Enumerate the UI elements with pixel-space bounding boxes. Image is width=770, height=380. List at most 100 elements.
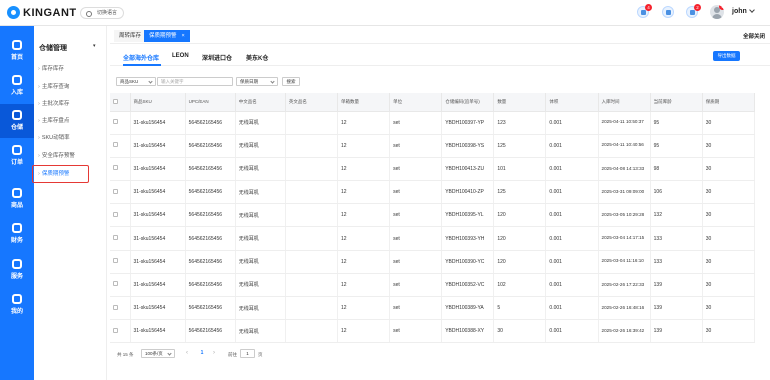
finance-icon [12, 223, 22, 233]
table-cell: 0.001 [545, 273, 599, 298]
submenu-item[interactable]: › 库存库存 [38, 64, 64, 72]
page-size-select[interactable]: 100条/页 [141, 349, 175, 358]
globe-icon [86, 10, 92, 17]
row-select-cell [110, 203, 131, 228]
table-cell: set [389, 319, 443, 344]
chevron-down-icon [748, 7, 755, 13]
table-row[interactable]: 31-sku156454 564562165456 无线耳机 12 set YBDH100… [110, 180, 756, 205]
table-cell: 564562165456 [185, 226, 236, 251]
nav-item-goods[interactable]: 商品 [0, 182, 34, 216]
column-header[interactable]: 保质期 [702, 93, 756, 112]
select-all-checkbox[interactable] [113, 98, 118, 104]
submenu: 仓储管理 ▾ › 库存库存 › 主库存查询 › 主批次库存 › 主库存盘点 › SKU动销… [34, 26, 107, 380]
inbound-icon [12, 75, 22, 85]
table-cell: YBDH100388-XY [441, 319, 495, 344]
row-checkbox[interactable] [113, 235, 118, 241]
nav-item-inbound[interactable]: 入库 [0, 69, 34, 103]
select-all-cell [110, 93, 131, 112]
row-checkbox[interactable] [113, 188, 118, 194]
nav-item-orders[interactable]: 订单 [0, 139, 34, 173]
table-row[interactable]: 31-sku156454 564562165456 无线耳机 12 set YBDH100… [110, 111, 756, 135]
bell-icon[interactable]: 4 [637, 4, 652, 18]
tab-leon[interactable]: LEON [172, 53, 189, 59]
table-row[interactable]: 31-sku156454 564562165456 无线耳机 12 set YBDH100… [110, 203, 756, 228]
nav-item-mine[interactable]: 我的 [0, 288, 34, 322]
column-header[interactable]: 仓储编码(追单号) [441, 93, 495, 112]
column-header[interactable]: 中文品名 [235, 93, 286, 112]
table-row[interactable]: 31-sku156454 564562165456 无线耳机 12 set YBDH100… [110, 157, 756, 182]
nav-item-warehouse[interactable]: 仓储 [0, 104, 34, 138]
prev-page-icon[interactable]: ‹ [186, 349, 188, 358]
close-icon[interactable]: × [182, 33, 185, 39]
table-cell: 无线耳机 [235, 226, 286, 251]
row-checkbox[interactable] [113, 258, 118, 264]
submenu-item[interactable]: › 安全库存预警 [38, 151, 75, 159]
column-header[interactable]: 单位 [389, 93, 443, 112]
table-cell: YBDH100398-YS [441, 134, 495, 158]
chat-icon[interactable] [662, 6, 674, 18]
service-icon[interactable]: 2 [686, 4, 701, 18]
table-row[interactable]: 31-sku156454 564562165456 无线耳机 12 set YBDH100… [110, 134, 756, 158]
column-header[interactable]: 入库时间 [598, 93, 651, 112]
column-header[interactable]: 当前库龄 [650, 93, 703, 112]
row-checkbox[interactable] [113, 211, 118, 217]
tab-shenzhen-import[interactable]: 深圳进口仓 [202, 53, 232, 62]
table-row[interactable]: 31-sku156454 564562165456 无线耳机 12 set YBDH100… [110, 319, 756, 344]
table-cell: 2025-03-05 10:29:28 [598, 203, 651, 228]
row-checkbox[interactable] [113, 304, 118, 310]
column-header[interactable]: 单箱数量 [337, 93, 391, 112]
submenu-title: 仓储管理 [39, 45, 67, 52]
row-checkbox[interactable] [113, 142, 118, 148]
row-checkbox[interactable] [113, 165, 118, 171]
column-header[interactable]: 体积 [545, 93, 599, 112]
goto-page-input[interactable]: 1 [240, 349, 255, 358]
tab-turnover-inventory[interactable]: 周转库存 [114, 30, 147, 42]
table-cell: 564562165456 [185, 134, 236, 158]
caret-down-icon[interactable]: ▾ [93, 43, 96, 49]
field-select[interactable]: 商品SKU [116, 77, 156, 86]
user-menu[interactable]: john [732, 7, 755, 15]
table-cell: 102 [493, 273, 547, 298]
tab-us-east-k[interactable]: 美东K仓 [246, 53, 268, 62]
submenu-item[interactable]: › 主库存盘点 [38, 116, 69, 124]
table-cell: set [389, 157, 443, 182]
table-cell: 0.001 [545, 134, 599, 158]
row-checkbox[interactable] [113, 281, 118, 287]
column-header[interactable]: UPC/EAN [185, 93, 236, 112]
table-cell: YBDH100397-YP [441, 111, 495, 135]
keyword-input[interactable]: 输入关键字 [157, 77, 233, 86]
close-all-button[interactable]: 全部关闭 [743, 32, 765, 40]
export-button[interactable]: 导出数据 [713, 51, 740, 61]
submenu-item[interactable]: › 主批次库存 [38, 99, 69, 107]
row-checkbox[interactable] [113, 327, 118, 333]
table-row[interactable]: 31-sku156454 564562165456 无线耳机 12 set YBDH100… [110, 296, 756, 321]
nav-item-service[interactable]: 服务 [0, 253, 34, 287]
tab-expiry-warning[interactable]: 保质期预警 × [144, 30, 190, 42]
column-header[interactable]: 数量 [493, 93, 547, 112]
table-cell: YBDH100390-YC [441, 250, 495, 274]
nav-item-finance[interactable]: 财务 [0, 217, 34, 251]
current-page[interactable]: 1 [198, 349, 206, 358]
tab-all-overseas[interactable]: 全部海外仓库 [123, 53, 159, 62]
table-row[interactable]: 31-sku156454 564562165456 无线耳机 12 set YBDH100… [110, 273, 756, 298]
next-page-icon[interactable]: › [213, 349, 215, 358]
column-header[interactable]: 英文品名 [285, 93, 338, 112]
avatar[interactable]: 1 [710, 5, 724, 19]
service-badge: 2 [694, 4, 701, 11]
language-switch-button[interactable]: 切换语言 [80, 7, 125, 19]
search-button[interactable]: 搜索 [282, 77, 300, 86]
submenu-item[interactable]: › SKU动销率 [38, 133, 70, 141]
date-select[interactable]: 保质日期 [236, 77, 278, 86]
table-cell [285, 111, 338, 135]
submenu-item[interactable]: › 主库存查询 [38, 82, 69, 90]
nav-item-home[interactable]: 首页 [0, 34, 34, 68]
table-row[interactable]: 31-sku156454 564562165456 无线耳机 12 set YBDH100… [110, 226, 756, 251]
table-cell: 0.001 [545, 319, 599, 344]
logo[interactable]: KINGANT [7, 6, 77, 19]
table-cell: 12 [337, 250, 391, 274]
row-checkbox[interactable] [113, 119, 118, 125]
table-cell: set [389, 226, 443, 251]
table-row[interactable]: 31-sku156454 564562165456 无线耳机 12 set YBDH100… [110, 250, 756, 274]
table-cell: 31-sku156454 [130, 250, 186, 274]
column-header[interactable]: 商品SKU [130, 93, 186, 112]
